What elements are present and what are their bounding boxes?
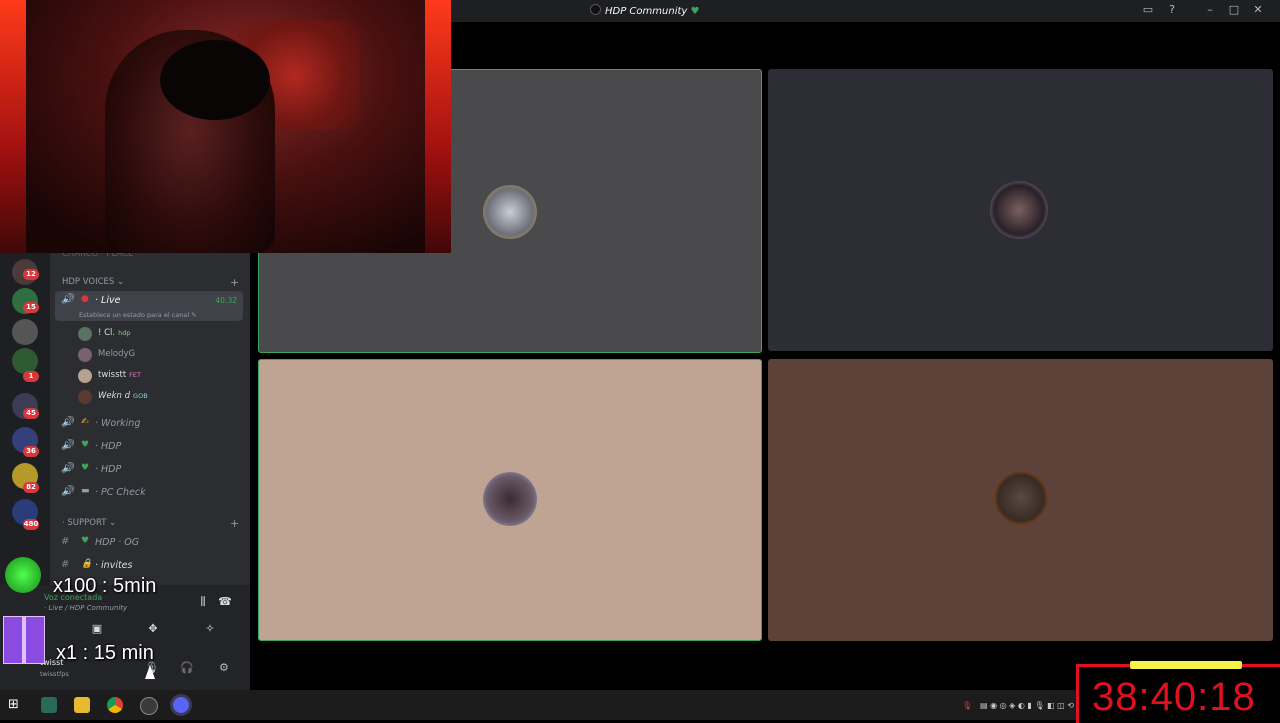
- avatar: [78, 390, 92, 404]
- led-strip-right: [425, 0, 451, 253]
- inbox-icon[interactable]: ▭: [1136, 3, 1160, 16]
- gift-ribbon: [22, 617, 26, 663]
- window-controls: ▭? – □ ✕: [1136, 3, 1270, 16]
- heart-icon: ♥: [81, 536, 90, 546]
- unread-badge: 45: [23, 408, 39, 419]
- webcam-overlay: [0, 0, 451, 253]
- unread-badge: 12: [23, 269, 39, 280]
- chrome-icon[interactable]: [107, 697, 123, 713]
- avatar: [78, 327, 92, 341]
- led-strip-left: [0, 0, 26, 253]
- participant-tile[interactable]: [768, 359, 1273, 641]
- channel-status[interactable]: Establece un estado para el canal ✎: [79, 311, 197, 319]
- close-button[interactable]: ✕: [1246, 3, 1270, 16]
- terminal-icon[interactable]: [41, 697, 57, 713]
- speaker-icon: 🔊: [61, 440, 74, 451]
- stream-timer: 38:40:18: [1092, 675, 1256, 719]
- heart-icon: ♥: [81, 463, 90, 473]
- add-channel-icon[interactable]: +: [230, 517, 239, 530]
- category-hdp-voices[interactable]: HDP VOICES ⌄ +: [62, 276, 239, 289]
- voice-channel-hdp[interactable]: 🔊 ♥ · HDP: [55, 460, 243, 480]
- minimize-button[interactable]: –: [1198, 3, 1222, 16]
- unread-badge: 36: [23, 446, 39, 457]
- activities-button[interactable]: ✥: [138, 622, 168, 638]
- help-icon[interactable]: ?: [1160, 3, 1184, 16]
- participant-avatar: [483, 185, 537, 239]
- maximize-button[interactable]: □: [1222, 3, 1246, 16]
- app-icon[interactable]: [140, 697, 158, 715]
- windows-start-icon[interactable]: ⊞: [8, 697, 24, 713]
- screen-share-button[interactable]: ▣: [82, 622, 112, 638]
- speaker-icon: 🔊: [61, 486, 74, 497]
- overlay-multiplier-1: x100 : 5min: [53, 575, 157, 597]
- gift-icon: [3, 616, 45, 664]
- hash-icon: #: [61, 536, 70, 547]
- text-channel-hdp-og[interactable]: # ♥ HDP · OG: [55, 533, 243, 553]
- call-duration: 40:32: [215, 296, 237, 305]
- participant-avatar: [994, 471, 1048, 525]
- voice-channel-hdp[interactable]: 🔊 ♥ · HDP: [55, 437, 243, 457]
- voice-connected-subtitle[interactable]: · Live / HDP Community: [44, 604, 127, 612]
- unread-badge: 82: [23, 482, 39, 493]
- participant-avatar: [990, 181, 1048, 239]
- overlay-multiplier-2: x1 : 15 min: [56, 642, 154, 664]
- voice-channel-working[interactable]: 🔊 ✍ · Working: [55, 414, 243, 434]
- category-support[interactable]: · SUPPORT ⌄ +: [62, 517, 239, 530]
- participant-tile[interactable]: [768, 69, 1273, 351]
- speaker-icon: 🔊: [61, 463, 74, 474]
- unread-badge: 1: [23, 371, 39, 382]
- avatar: [78, 369, 92, 383]
- soundboard-button[interactable]: ✧: [195, 622, 225, 638]
- participant-tile[interactable]: [258, 359, 762, 641]
- user-handle: twisstfps: [40, 670, 69, 678]
- heart-icon: ♥: [81, 440, 90, 450]
- deafen-button[interactable]: 🎧: [180, 661, 194, 674]
- participant-avatar: [483, 472, 537, 526]
- hash-icon: #: [61, 559, 70, 570]
- voice-channel-live[interactable]: 🔊 ● · Live 40:32 Establece un estado par…: [55, 291, 243, 321]
- text-channel-invites[interactable]: # 🔒 · invites: [55, 556, 243, 576]
- lock-icon: 🔒: [81, 559, 93, 569]
- speaker-icon: 🔊: [61, 417, 74, 428]
- streamer-headphones: [160, 40, 270, 120]
- server-icon: [590, 4, 601, 15]
- user-settings-button[interactable]: ⚙: [219, 661, 229, 674]
- discord-icon[interactable]: [173, 697, 189, 713]
- voice-channel-pc-check[interactable]: 🔊 ▬ · PC Check: [55, 483, 243, 503]
- file-explorer-icon[interactable]: [74, 697, 90, 713]
- window-title: HDP Community ♥: [590, 4, 699, 17]
- unread-badge: 15: [23, 302, 39, 313]
- server-icon[interactable]: [12, 319, 38, 345]
- heart-icon: ♥: [690, 6, 700, 17]
- mouse-cursor: [145, 665, 155, 679]
- clover-icon: [5, 557, 41, 593]
- microphone-tray-icon[interactable]: 🎙: [962, 701, 972, 710]
- red-circle-icon: ●: [81, 294, 89, 304]
- avatar: [78, 348, 92, 362]
- add-channel-icon[interactable]: +: [230, 276, 239, 289]
- speaker-icon: 🔊: [61, 294, 74, 305]
- tray-icons[interactable]: ▤ ◉ ◎ ◈ ◐ ▮ 🎙 ◧ ◫ ⟲: [980, 701, 1074, 710]
- timer-progress-bar: [1130, 661, 1242, 669]
- disconnect-icon[interactable]: ☎: [210, 595, 240, 611]
- unread-badge: 480: [23, 519, 39, 530]
